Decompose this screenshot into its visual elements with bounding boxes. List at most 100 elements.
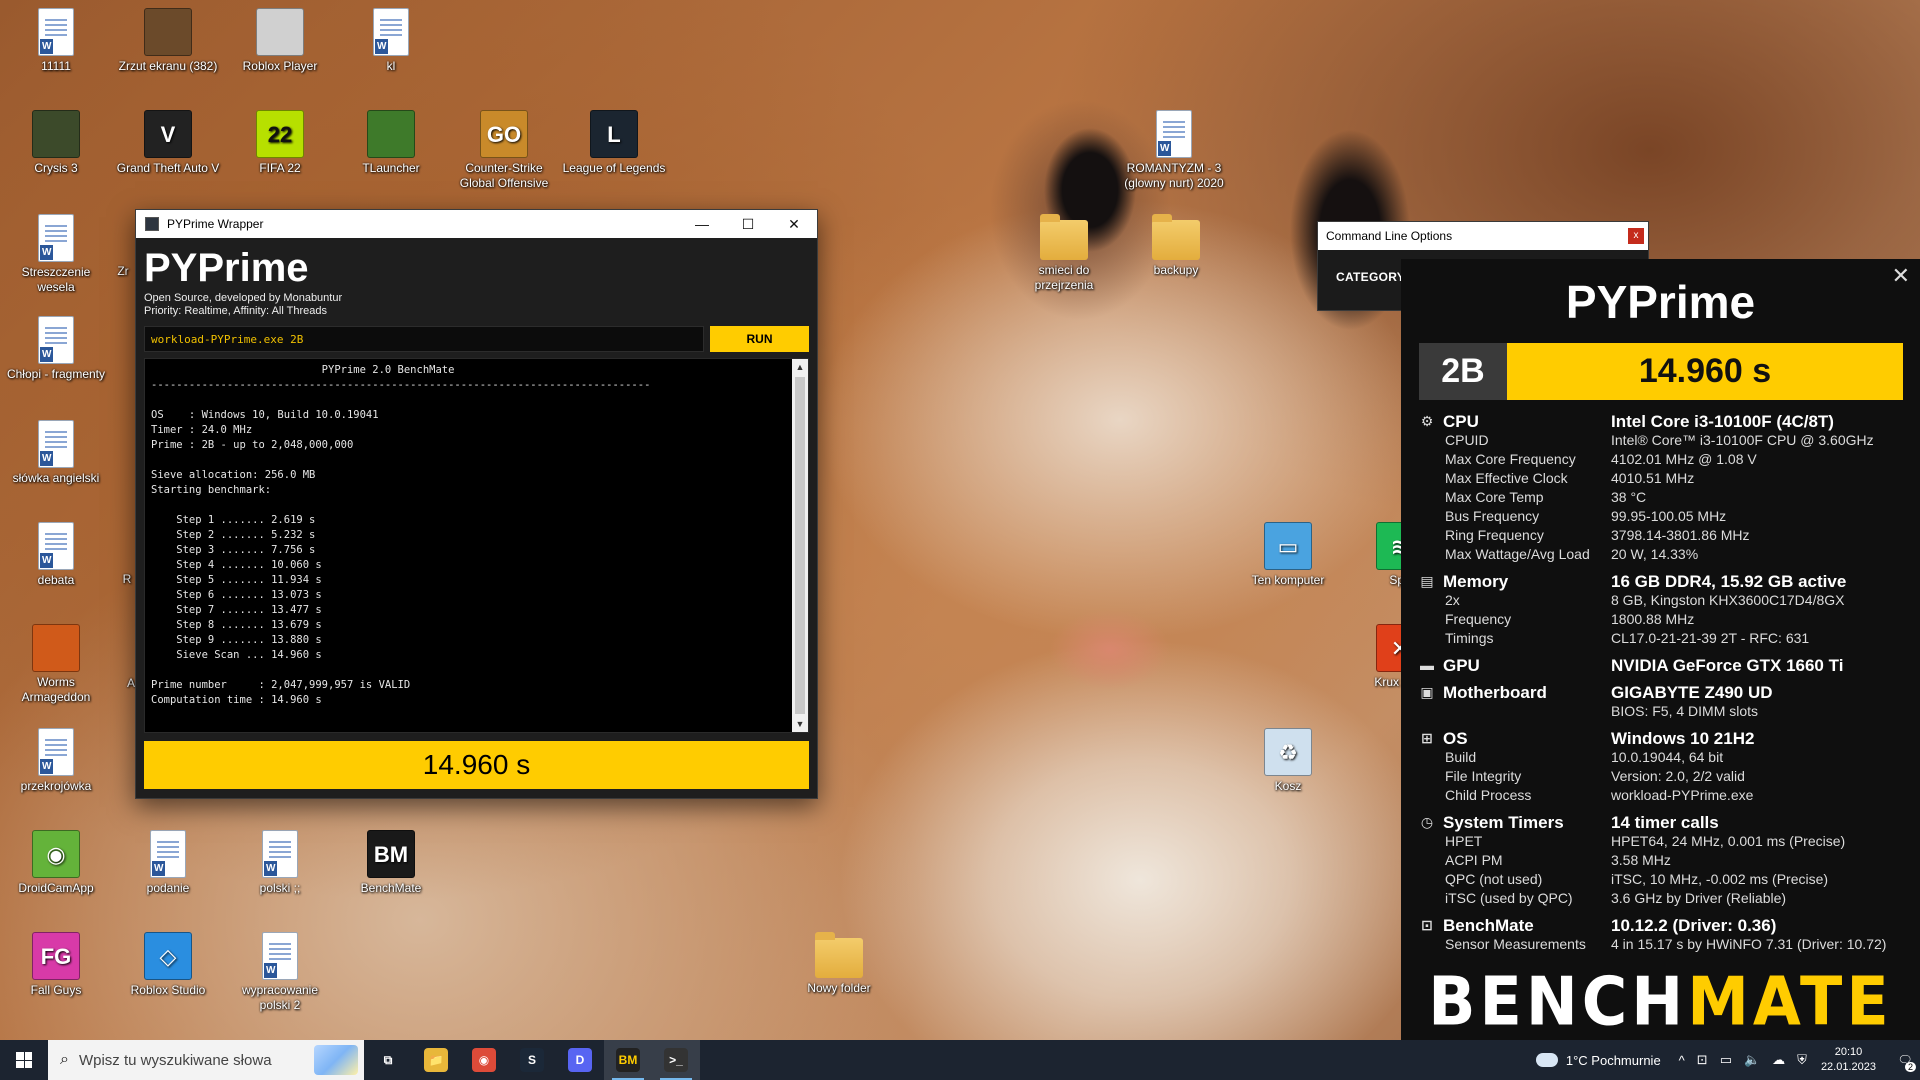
minimize-button[interactable]: — [679,210,725,238]
section-label: CPU [1443,412,1479,431]
desktop-icon[interactable]: ◇ Roblox Studio [114,932,222,998]
window-titlebar[interactable]: PYPrime Wrapper — ☐ ✕ [136,210,817,238]
desktop-icon[interactable]: 22 FIFA 22 [226,110,334,176]
info-row: Max Effective Clock 4010.51 MHz [1419,469,1909,488]
word-doc-icon [38,728,74,776]
command-input[interactable]: workload-PYPrime.exe 2B [144,326,704,352]
close-button[interactable]: x [1628,228,1644,244]
info-key: Max Effective Clock [1445,470,1568,486]
scroll-down-icon[interactable]: ▼ [792,716,808,732]
desktop-icon-label: debata [37,573,75,587]
info-row: Max Wattage/Avg Load 20 W, 14.33% [1419,545,1909,564]
desktop-icon[interactable]: polski ;; [226,830,334,896]
taskbar-file-explorer-button[interactable]: 📁 [412,1040,460,1080]
benchmate-icon: BM [367,830,415,878]
desktop-icon[interactable]: FG Fall Guys [2,932,110,998]
info-row: Build 10.0.19044, 64 bit [1419,748,1909,767]
desktop-icon[interactable]: GO Counter-Strike Global Offensive [450,110,558,191]
info-row: Child Process workload-PYPrime.exe [1419,786,1909,805]
desktop-icon[interactable]: Roblox Player [226,8,334,74]
security-icon[interactable]: ⛨ [1797,1052,1807,1068]
league-of-legends-icon: L [590,110,638,158]
volume-icon[interactable]: 🔈 [1744,1052,1760,1068]
chevron-up-icon[interactable]: ^ [1679,1053,1685,1068]
os-icon: ⊞ [1421,730,1433,746]
windows-logo-icon [16,1052,32,1068]
clock[interactable]: 20:10 22.01.2023 [1821,1045,1876,1075]
section-value: GIGABYTE Z490 UD [1611,683,1773,702]
desktop-icon-label: Ten komputer [1251,573,1325,587]
desktop-icon[interactable]: V Grand Theft Auto V [114,110,222,176]
monitor-icon[interactable]: ▭ [1720,1052,1732,1068]
desktop-icon[interactable]: Chłopi - fragmenty [2,316,110,382]
info-value: Version: 2.0, 2/2 valid [1611,768,1745,784]
taskbar-discord-button[interactable]: D [556,1040,604,1080]
folder-icon [1152,214,1200,260]
info-value: 3798.14-3801.86 MHz [1611,527,1750,543]
desktop-icon[interactable]: ROMANTYZM - 3 (glowny nurt) 2020 [1120,110,1228,191]
taskbar-steam-button[interactable]: S [508,1040,556,1080]
section-header: ▣ Motherboard [1419,683,1611,702]
scroll-up-icon[interactable]: ▲ [792,359,808,375]
section-value: 14 timer calls [1611,813,1719,832]
memory-icon: ▤ [1420,573,1434,589]
search-box[interactable]: ⌕ Wpisz tu wyszukiwane słowa [48,1040,364,1080]
section-label: GPU [1443,656,1480,675]
system-tray: 1°C Pochmurnie ^ ⊡ ▭ 🔈 ☁ ⛨ 20:10 22.01.2… [1535,1040,1920,1080]
network-icon[interactable]: ⊡ [1697,1052,1708,1068]
section-gpu: ▬ GPU NVIDIA GeForce GTX 1660 Ti [1419,656,1909,675]
info-value: Intel® Core™ i3-10100F CPU @ 3.60GHz [1611,432,1874,448]
console-scrollbar[interactable]: ▲ ▼ [792,359,808,732]
maximize-button[interactable]: ☐ [725,210,771,238]
taskbar-chrome-button[interactable]: ◉ [460,1040,508,1080]
desktop-icon[interactable]: ▭ Ten komputer [1234,522,1342,588]
desktop-icon[interactable]: kl [337,8,445,74]
info-row: Frequency 1800.88 MHz [1419,610,1909,629]
onedrive-icon[interactable]: ☁ [1772,1052,1785,1068]
run-button[interactable]: RUN [710,326,809,352]
window-titlebar[interactable]: Command Line Options x [1318,222,1648,250]
notification-count: 2 [1904,1062,1916,1072]
weather-text[interactable]: 1°C Pochmurnie [1566,1053,1661,1068]
search-placeholder: Wpisz tu wyszukiwane słowa [78,1051,272,1069]
desktop-icon[interactable]: debata [2,522,110,588]
desktop-icon[interactable]: smieci do przejrzenia [1010,214,1118,293]
benchmate-result-panel: ✕ PYPrime 2B 14.960 s ⚙ CPU Intel Core i3-… [1401,259,1920,1041]
desktop-icon-label: Grand Theft Auto V [116,161,220,175]
section-value: Windows 10 21H2 [1611,729,1755,748]
scrollbar-thumb[interactable] [795,377,805,714]
desktop-icon[interactable]: podanie [114,830,222,896]
desktop-icon[interactable]: 11111 [2,8,110,74]
this-pc-icon: ▭ [1264,522,1312,570]
weather-cloud-icon[interactable] [1535,1053,1558,1067]
desktop-icon-label: 11111 [41,59,71,73]
taskbar-task-view-button[interactable]: ⧉ [364,1040,412,1080]
start-button[interactable] [0,1040,48,1080]
desktop-icon[interactable]: Crysis 3 [2,110,110,176]
desktop-icon[interactable]: słówka angielski [2,420,110,486]
desktop-icon-label: ROMANTYZM - 3 (glowny nurt) 2020 [1124,161,1224,190]
info-key: Timings [1445,630,1494,646]
desktop-icon[interactable]: przekrojówka [2,728,110,794]
word-doc-icon [38,522,74,570]
desktop-icon[interactable]: L League of Legends [560,110,668,176]
desktop-icon[interactable]: Nowy folder [785,932,893,996]
docx-file-icon [38,8,74,56]
desktop-icon-label: podanie [146,881,190,895]
close-button[interactable]: ✕ [771,210,817,238]
desktop-icon[interactable]: Zrzut ekranu (382) [114,8,222,74]
desktop-icon[interactable]: TLauncher [337,110,445,176]
desktop-icon[interactable]: wypracowanie polski 2 [226,932,334,1013]
info-value: 99.95-100.05 MHz [1611,508,1727,524]
desktop-icon[interactable]: ◉ DroidCamApp [2,830,110,896]
info-key: QPC (not used) [1445,871,1543,887]
desktop-icon[interactable]: Worms Armageddon [2,624,110,705]
notification-center-button[interactable]: 🗨 2 [1890,1040,1920,1080]
taskbar-pyprime-console-button[interactable]: >_ [652,1040,700,1080]
console-output[interactable]: PYPrime 2.0 BenchMate ------------------… [144,358,809,733]
desktop-icon[interactable]: BM BenchMate [337,830,445,896]
desktop-icon[interactable]: ♻ Kosz [1234,728,1342,794]
taskbar-benchmate-button[interactable]: BM [604,1040,652,1080]
desktop-icon[interactable]: backupy [1122,214,1230,278]
desktop-icon[interactable]: Streszczenie wesela [2,214,110,295]
